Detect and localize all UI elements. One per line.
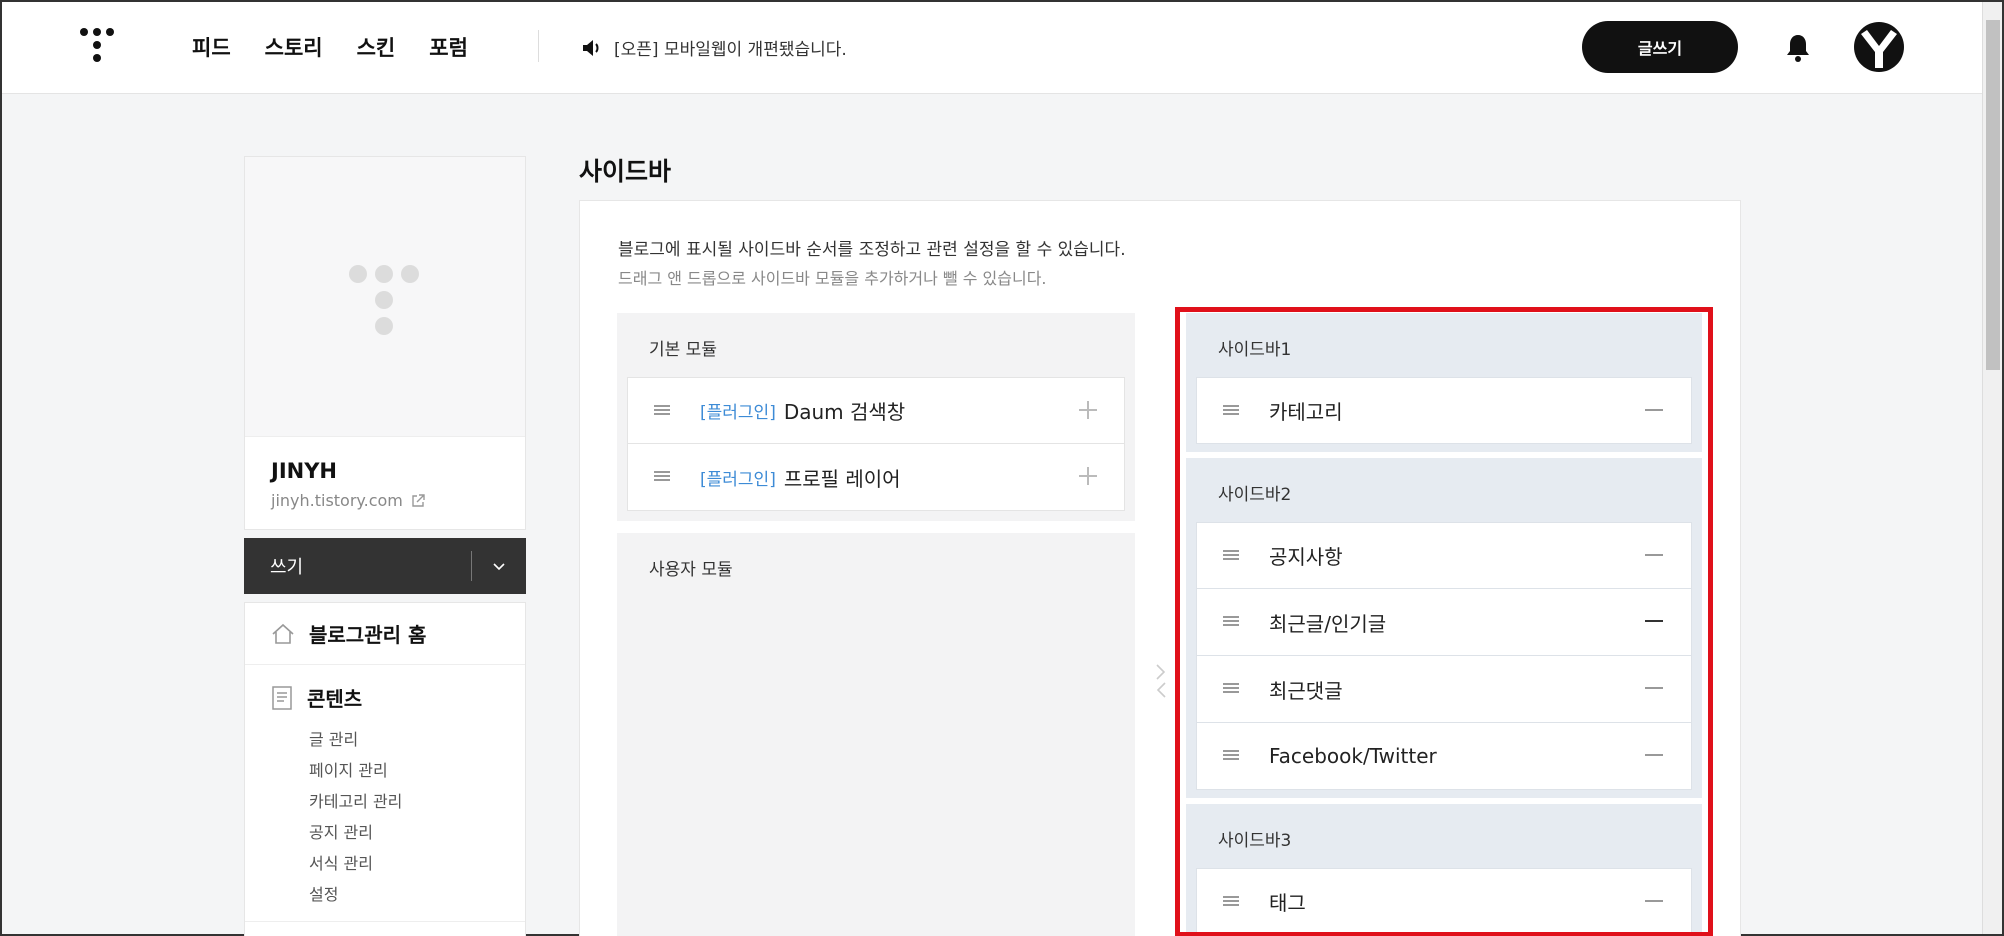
menu-section-content: 콘텐츠 글 관리 페이지 관리 카테고리 관리 공지 관리 서식 관리 설정: [245, 665, 525, 912]
nav-feed[interactable]: 피드: [192, 32, 231, 62]
blog-profile-card: JINYH jinyh.tistory.com: [244, 156, 526, 530]
nav-story[interactable]: 스토리: [265, 32, 323, 62]
page-scrollbar[interactable]: [1982, 2, 2002, 934]
remove-icon[interactable]: [1645, 611, 1665, 631]
speaker-icon: [583, 39, 599, 56]
sidebar2-title: 사이드바2: [1218, 485, 1292, 505]
sidebar-item-label: 공지사항: [1269, 545, 1343, 569]
blog-url-text: jinyh.tistory.com: [271, 491, 403, 510]
remove-icon[interactable]: [1645, 745, 1665, 765]
add-icon[interactable]: [1078, 466, 1098, 486]
drag-handle-icon[interactable]: [1223, 616, 1239, 628]
drag-handle-icon[interactable]: [1223, 683, 1239, 695]
admin-menu: 블로그관리 홈 콘텐츠 글 관리 페이지 관리 카테고리 관리 공지 관리 서식…: [244, 602, 526, 936]
available-modules-column: 기본 모듈 [플러그인] Daum 검색창 [플러그인] 프로필 레이어 사용자…: [617, 313, 1135, 936]
module-item[interactable]: [플러그인] 프로필 레이어: [627, 444, 1125, 511]
sidebar-item-label: 최근댓글: [1269, 678, 1343, 703]
move-arrows-icon: [1156, 664, 1166, 698]
write-bar-label[interactable]: 쓰기: [244, 553, 471, 579]
sidebar1-title: 사이드바1: [1218, 340, 1292, 360]
nav-skin[interactable]: 스킨: [357, 32, 396, 62]
user-modules-box: 사용자 모듈: [617, 533, 1135, 936]
menu-divider: [245, 921, 525, 922]
remove-icon[interactable]: [1645, 400, 1665, 420]
notification-bell-icon[interactable]: [1784, 32, 1812, 62]
submenu-template-manage[interactable]: 서식 관리: [309, 850, 525, 881]
blog-url-link[interactable]: jinyh.tistory.com: [271, 491, 425, 510]
page-description: 블로그에 표시될 사이드바 순서를 조정하고 관련 설정을 할 수 있습니다.: [618, 240, 1126, 260]
remove-icon[interactable]: [1645, 545, 1665, 565]
write-post-button[interactable]: 글쓰기: [1582, 21, 1738, 73]
menu-content-title: 콘텐츠: [307, 687, 363, 711]
write-dropdown[interactable]: 쓰기: [244, 538, 526, 594]
module-item[interactable]: [플러그인] Daum 검색창: [627, 377, 1125, 444]
global-nav: 피드 스토리 스킨 포럼: [192, 32, 468, 62]
nav-forum[interactable]: 포럼: [429, 32, 468, 62]
basic-modules-box: 기본 모듈 [플러그인] Daum 검색창 [플러그인] 프로필 레이어: [617, 313, 1135, 521]
page-title: 사이드바: [579, 157, 672, 186]
drag-handle-icon[interactable]: [1223, 549, 1239, 562]
drag-handle-icon[interactable]: [654, 471, 670, 483]
module-label: 프로필 레이어: [783, 466, 901, 491]
drag-handle-icon[interactable]: [1223, 895, 1239, 908]
sidebar3-box: 사이드바3 태그: [1186, 804, 1702, 936]
remove-icon[interactable]: [1645, 891, 1665, 911]
document-icon: [272, 685, 292, 710]
sidebar-item[interactable]: Facebook/Twitter: [1196, 723, 1692, 790]
sidebar2-box: 사이드바2 공지사항 최근글/인기글 최근댓글 Facebook/Twitter: [1186, 458, 1702, 798]
drag-handle-icon[interactable]: [1223, 750, 1239, 762]
sidebar3-title: 사이드바3: [1218, 831, 1292, 851]
menu-blog-home[interactable]: 블로그관리 홈: [245, 603, 525, 665]
sidebar-item-label: 최근글/인기글: [1269, 611, 1387, 636]
sidebar-item-label: Facebook/Twitter: [1269, 744, 1437, 768]
user-modules-title: 사용자 모듈: [649, 560, 733, 580]
tistory-logo-icon[interactable]: [80, 28, 116, 64]
notice-text: [오픈] 모바일웹이 개편됐습니다.: [614, 40, 847, 60]
chevron-down-icon[interactable]: [472, 561, 526, 571]
home-icon: [272, 623, 294, 644]
menu-content-heading[interactable]: 콘텐츠: [271, 683, 525, 712]
sidebar-item[interactable]: 공지사항: [1196, 522, 1692, 589]
external-link-icon: [412, 493, 425, 507]
sidebar-item[interactable]: 카테고리: [1196, 377, 1692, 444]
nav-divider: [538, 30, 539, 62]
drag-handle-icon[interactable]: [1223, 404, 1239, 417]
sidebar-item[interactable]: 태그: [1196, 868, 1692, 935]
menu-home-label: 블로그관리 홈: [309, 623, 427, 647]
submenu-post-manage[interactable]: 글 관리: [309, 726, 525, 757]
submenu-page-manage[interactable]: 페이지 관리: [309, 757, 525, 788]
sidebar-item-label: 카테고리: [1269, 400, 1343, 424]
sidebar-item[interactable]: 최근글/인기글: [1196, 589, 1692, 656]
plugin-tag: [플러그인]: [700, 403, 776, 423]
sidebar1-box: 사이드바1 카테고리: [1186, 313, 1702, 452]
submenu-category-manage[interactable]: 카테고리 관리: [309, 788, 525, 819]
blog-name[interactable]: JINYH: [271, 459, 337, 483]
submenu-settings[interactable]: 설정: [309, 881, 525, 912]
sidebar-item[interactable]: 최근댓글: [1196, 656, 1692, 723]
notice-banner[interactable]: [오픈] 모바일웹이 개편됐습니다.: [582, 35, 847, 60]
sidebar-item-label: 태그: [1269, 891, 1306, 915]
sidebar-columns: 사이드바1 카테고리 사이드바2 공지사항 최근글/인기글 최근댓글 Faceb…: [1186, 313, 1702, 936]
blog-profile-image[interactable]: [245, 157, 525, 437]
plugin-tag: [플러그인]: [700, 469, 776, 490]
module-label: Daum 검색창: [783, 400, 906, 424]
sidebar-settings-panel: 블로그에 표시될 사이드바 순서를 조정하고 관련 설정을 할 수 있습니다. …: [579, 200, 1741, 936]
avatar-y-icon: [1861, 30, 1897, 68]
page-hint: 드래그 앤 드롭으로 사이드바 모듈을 추가하거나 뺄 수 있습니다.: [618, 269, 1047, 288]
basic-modules-title: 기본 모듈: [649, 340, 717, 360]
remove-icon[interactable]: [1645, 678, 1665, 698]
user-avatar[interactable]: [1854, 22, 1904, 72]
content-submenu: 글 관리 페이지 관리 카테고리 관리 공지 관리 서식 관리 설정: [271, 726, 525, 912]
submenu-notice-manage[interactable]: 공지 관리: [309, 819, 525, 850]
scrollbar-thumb[interactable]: [1986, 20, 2000, 370]
add-icon[interactable]: [1078, 400, 1098, 420]
drag-handle-icon[interactable]: [654, 404, 670, 417]
top-bar: 피드 스토리 스킨 포럼 [오픈] 모바일웹이 개편됐습니다. 글쓰기: [2, 2, 2002, 94]
